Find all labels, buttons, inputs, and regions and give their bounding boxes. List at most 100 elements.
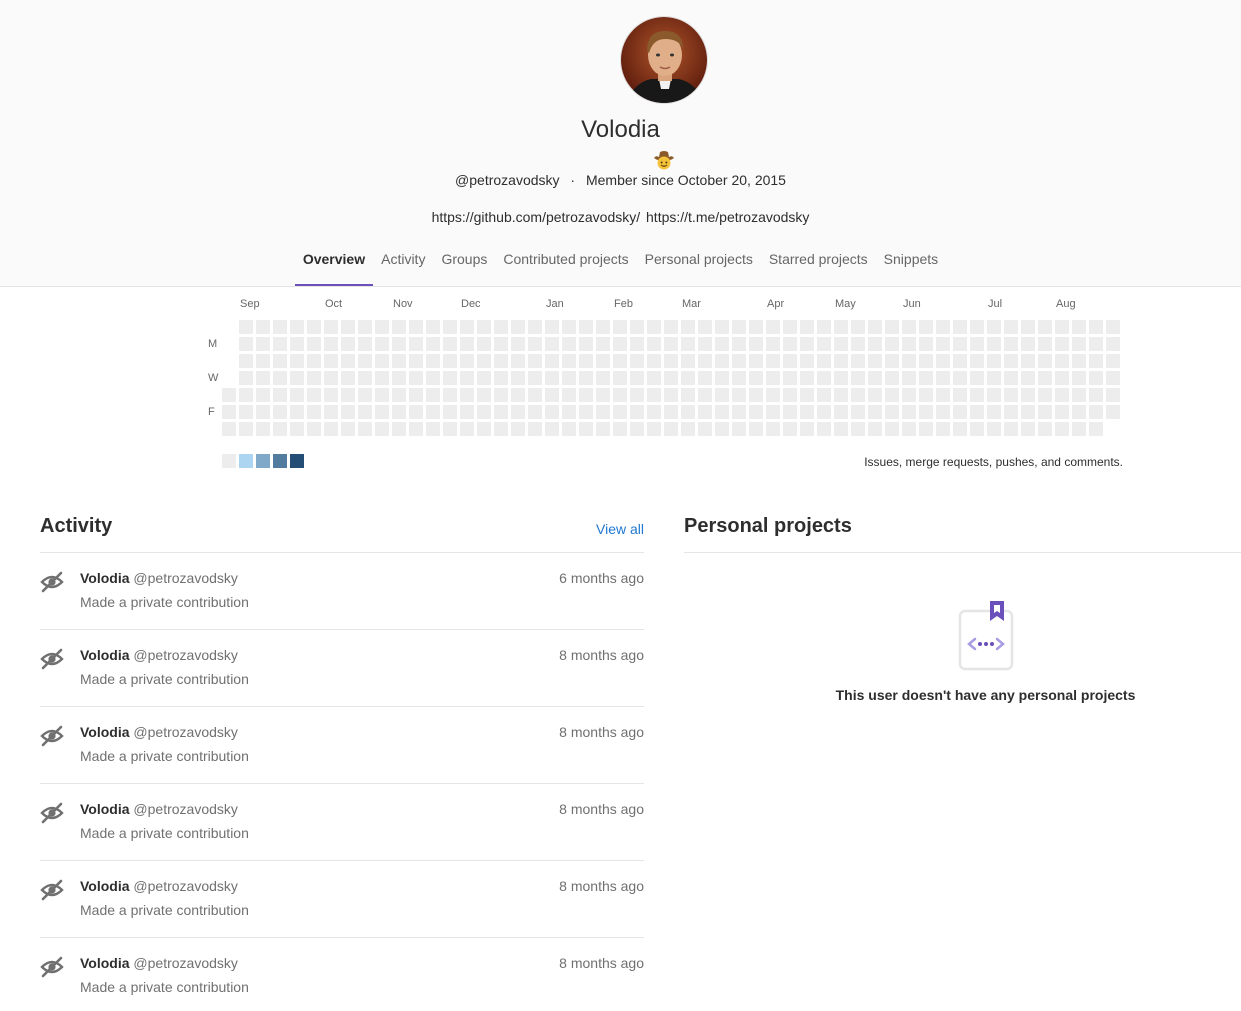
calendar-day-cell[interactable] [426, 422, 440, 436]
calendar-day-cell[interactable] [443, 337, 457, 351]
calendar-day-cell[interactable] [1055, 422, 1069, 436]
calendar-day-cell[interactable] [290, 388, 304, 402]
calendar-day-cell[interactable] [392, 320, 406, 334]
calendar-day-cell[interactable] [443, 320, 457, 334]
calendar-day-cell[interactable] [681, 371, 695, 385]
calendar-day-cell[interactable] [800, 320, 814, 334]
calendar-day-cell[interactable] [324, 371, 338, 385]
tab-starred-projects[interactable]: Starred projects [761, 240, 876, 286]
calendar-day-cell[interactable] [460, 388, 474, 402]
calendar-day-cell[interactable] [528, 354, 542, 368]
calendar-day-cell[interactable] [1089, 405, 1103, 419]
calendar-day-cell[interactable] [494, 320, 508, 334]
calendar-day-cell[interactable] [834, 337, 848, 351]
calendar-day-cell[interactable] [273, 320, 287, 334]
calendar-day-cell[interactable] [970, 405, 984, 419]
event-author-name[interactable]: Volodia [80, 878, 130, 894]
calendar-day-cell[interactable] [732, 354, 746, 368]
calendar-day-cell[interactable] [477, 337, 491, 351]
calendar-day-cell[interactable] [834, 422, 848, 436]
calendar-day-cell[interactable] [715, 337, 729, 351]
calendar-day-cell[interactable] [953, 337, 967, 351]
calendar-day-cell[interactable] [545, 388, 559, 402]
calendar-day-cell[interactable] [375, 337, 389, 351]
calendar-day-cell[interactable] [324, 405, 338, 419]
calendar-day-cell[interactable] [324, 354, 338, 368]
calendar-day-cell[interactable] [936, 405, 950, 419]
calendar-day-cell[interactable] [426, 354, 440, 368]
calendar-day-cell[interactable] [562, 337, 576, 351]
calendar-day-cell[interactable] [443, 388, 457, 402]
calendar-day-cell[interactable] [273, 337, 287, 351]
calendar-day-cell[interactable] [817, 388, 831, 402]
calendar-day-cell[interactable] [732, 320, 746, 334]
calendar-day-cell[interactable] [477, 371, 491, 385]
calendar-day-cell[interactable] [851, 371, 865, 385]
calendar-day-cell[interactable] [494, 371, 508, 385]
calendar-day-cell[interactable] [426, 405, 440, 419]
calendar-day-cell[interactable] [596, 388, 610, 402]
calendar-day-cell[interactable] [630, 354, 644, 368]
calendar-day-cell[interactable] [749, 337, 763, 351]
calendar-day-cell[interactable] [596, 422, 610, 436]
calendar-day-cell[interactable] [1038, 422, 1052, 436]
calendar-day-cell[interactable] [970, 320, 984, 334]
calendar-day-cell[interactable] [885, 320, 899, 334]
calendar-day-cell[interactable] [885, 371, 899, 385]
calendar-day-cell[interactable] [800, 422, 814, 436]
calendar-day-cell[interactable] [936, 337, 950, 351]
calendar-day-cell[interactable] [1055, 371, 1069, 385]
calendar-day-cell[interactable] [528, 405, 542, 419]
calendar-day-cell[interactable] [902, 337, 916, 351]
calendar-day-cell[interactable] [1004, 337, 1018, 351]
calendar-day-cell[interactable] [494, 337, 508, 351]
calendar-day-cell[interactable] [256, 354, 270, 368]
calendar-day-cell[interactable] [1106, 337, 1120, 351]
calendar-day-cell[interactable] [936, 371, 950, 385]
calendar-day-cell[interactable] [392, 337, 406, 351]
calendar-day-cell[interactable] [443, 371, 457, 385]
calendar-day-cell[interactable] [868, 371, 882, 385]
calendar-day-cell[interactable] [902, 422, 916, 436]
calendar-day-cell[interactable] [341, 337, 355, 351]
calendar-day-cell[interactable] [902, 371, 916, 385]
calendar-day-cell[interactable] [307, 320, 321, 334]
calendar-day-cell[interactable] [341, 405, 355, 419]
calendar-day-cell[interactable] [732, 388, 746, 402]
calendar-day-cell[interactable] [579, 405, 593, 419]
calendar-day-cell[interactable] [817, 337, 831, 351]
calendar-day-cell[interactable] [307, 405, 321, 419]
calendar-day-cell[interactable] [511, 337, 525, 351]
calendar-day-cell[interactable] [1055, 354, 1069, 368]
calendar-day-cell[interactable] [409, 337, 423, 351]
calendar-day-cell[interactable] [307, 388, 321, 402]
calendar-day-cell[interactable] [324, 422, 338, 436]
calendar-day-cell[interactable] [528, 388, 542, 402]
calendar-day-cell[interactable] [239, 422, 253, 436]
calendar-day-cell[interactable] [953, 422, 967, 436]
event-author-name[interactable]: Volodia [80, 724, 130, 740]
calendar-day-cell[interactable] [256, 371, 270, 385]
calendar-day-cell[interactable] [273, 405, 287, 419]
calendar-day-cell[interactable] [834, 388, 848, 402]
calendar-day-cell[interactable] [885, 422, 899, 436]
event-author-username[interactable]: @petrozavodsky [133, 955, 237, 971]
calendar-day-cell[interactable] [970, 337, 984, 351]
calendar-day-cell[interactable] [1072, 422, 1086, 436]
calendar-day-cell[interactable] [579, 371, 593, 385]
calendar-day-cell[interactable] [953, 388, 967, 402]
calendar-day-cell[interactable] [834, 405, 848, 419]
calendar-day-cell[interactable] [919, 371, 933, 385]
calendar-day-cell[interactable] [613, 337, 627, 351]
calendar-day-cell[interactable] [494, 388, 508, 402]
calendar-day-cell[interactable] [715, 354, 729, 368]
calendar-day-cell[interactable] [358, 405, 372, 419]
calendar-day-cell[interactable] [970, 422, 984, 436]
calendar-day-cell[interactable] [783, 354, 797, 368]
calendar-day-cell[interactable] [409, 405, 423, 419]
calendar-day-cell[interactable] [528, 371, 542, 385]
calendar-day-cell[interactable] [341, 354, 355, 368]
calendar-day-cell[interactable] [1072, 405, 1086, 419]
calendar-day-cell[interactable] [562, 422, 576, 436]
calendar-day-cell[interactable] [324, 337, 338, 351]
